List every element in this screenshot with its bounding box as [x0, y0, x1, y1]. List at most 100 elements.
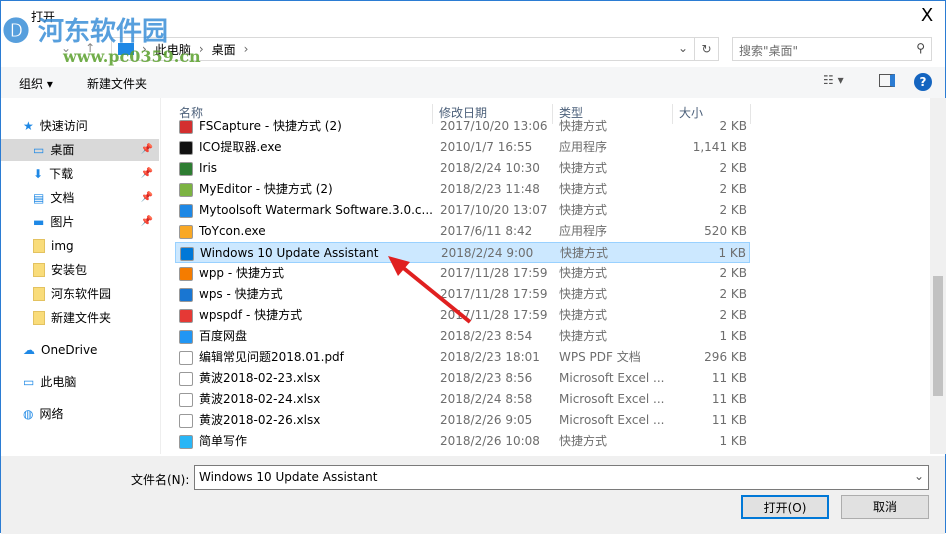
preview-pane-icon[interactable] [879, 74, 895, 87]
file-size: 2 KB [719, 161, 747, 175]
file-icon [179, 351, 193, 365]
sidebar-item[interactable]: ▬ 图片 📌 [1, 211, 159, 233]
pin-icon[interactable]: 📌 [141, 163, 153, 185]
file-name: ToYcon.exe [199, 224, 266, 238]
file-icon [179, 225, 193, 239]
file-size: 2 KB [719, 287, 747, 301]
file-row[interactable]: 编辑常见问题2018.01.pdf 2018/2/23 18:01 WPS PDF … [175, 347, 750, 368]
new-folder-button[interactable]: 新建文件夹 [87, 75, 147, 92]
file-icon [179, 162, 193, 176]
file-type: 快捷方式 [559, 329, 608, 343]
sidebar-item[interactable]: ▤ 文档 📌 [1, 187, 159, 209]
file-type: 快捷方式 [559, 119, 608, 133]
sidebar-item-label: 文档 [50, 191, 75, 205]
sidebar-item[interactable]: ◍ 网络 [1, 403, 159, 425]
file-icon [179, 330, 193, 344]
file-size: 2 KB [719, 266, 747, 280]
chevron-down-icon[interactable]: ⌄ [678, 41, 688, 55]
file-size: 1 KB [719, 434, 747, 448]
sidebar-item[interactable]: 新建文件夹 [1, 307, 159, 329]
navigation-pane: ★ 快速访问 ▭ 桌面 📌 ⬇ 下载 📌 ▤ 文档 📌 ▬ 图片 📌 img 安装包 河东软件园 新建文件夹 ☁ On… [1, 98, 161, 454]
file-icon [179, 183, 193, 197]
file-row[interactable]: FSCapture - 快捷方式 (2) 2017/10/20 13:06 快捷方式… [175, 118, 750, 137]
file-date: 2018/2/24 8:58 [440, 392, 533, 406]
chevron-right-icon[interactable]: › [244, 42, 249, 56]
file-row[interactable]: 黄波2018-02-23.xlsx 2018/2/23 8:56 Microsoft… [175, 368, 750, 389]
file-size: 1 KB [719, 329, 747, 343]
pin-icon[interactable]: 📌 [141, 211, 153, 233]
close-button[interactable]: X [913, 5, 941, 26]
file-type: WPS PDF 文档 [559, 350, 641, 364]
sidebar-item[interactable]: ☁ OneDrive [1, 339, 159, 361]
pin-icon[interactable]: 📌 [141, 187, 153, 209]
cloud-icon: ☁ [23, 343, 35, 357]
watermark-url: www.pc0359.cn [63, 47, 201, 66]
sidebar-item-label: 河东软件园 [51, 287, 112, 301]
file-date: 2018/2/23 18:01 [440, 350, 540, 364]
file-icon [179, 120, 193, 134]
file-name: 黄波2018-02-26.xlsx [199, 413, 321, 427]
file-type: 快捷方式 [559, 434, 608, 448]
sidebar-item-label: 图片 [50, 215, 75, 229]
file-icon [179, 393, 193, 407]
file-name: FSCapture - 快捷方式 (2) [199, 119, 342, 133]
file-row[interactable]: MyEditor - 快捷方式 (2) 2018/2/23 11:48 快捷方式 2 … [175, 179, 750, 200]
help-button[interactable]: ? [914, 73, 932, 91]
sidebar-item[interactable]: ⬇ 下载 📌 [1, 163, 159, 185]
file-row[interactable]: Iris 2018/2/24 10:30 快捷方式 2 KB [175, 158, 750, 179]
search-icon[interactable]: ⚲ [916, 41, 925, 55]
star-icon: ★ [23, 119, 34, 133]
file-icon [179, 267, 193, 281]
sidebar-item-label: 网络 [39, 407, 64, 421]
sidebar-item[interactable]: ▭ 桌面 📌 [1, 139, 159, 161]
sidebar-item-label: 桌面 [50, 143, 75, 157]
file-type: 应用程序 [559, 140, 608, 154]
address-bar[interactable]: › 此电脑 › 桌面 › ⌄ ↻ [111, 37, 719, 61]
refresh-icon[interactable]: ↻ [694, 38, 718, 60]
folder-icon [33, 287, 45, 301]
network-icon: ◍ [23, 407, 34, 421]
file-icon [180, 247, 194, 261]
file-name: ICO提取器.exe [199, 140, 282, 154]
sidebar-item[interactable]: 安装包 [1, 259, 159, 281]
sidebar-item[interactable]: ▭ 此电脑 [1, 371, 159, 393]
file-type: 快捷方式 [560, 246, 609, 260]
sidebar-item[interactable]: 河东软件园 [1, 283, 159, 305]
file-icon [179, 435, 193, 449]
file-size: 2 KB [719, 308, 747, 322]
file-date: 2017/10/20 13:06 [440, 119, 548, 133]
file-row[interactable]: Mytoolsoft Watermark Software.3.0.c... 20… [175, 200, 750, 221]
view-options-icon[interactable]: ☷ ▾ [823, 73, 844, 87]
sidebar-item[interactable]: ★ 快速访问 [1, 115, 159, 137]
file-name: 黄波2018-02-23.xlsx [199, 371, 321, 385]
open-button[interactable]: 打开(O) [741, 495, 829, 519]
file-date: 2018/2/23 11:48 [440, 182, 540, 196]
file-size: 2 KB [719, 203, 747, 217]
chevron-down-icon[interactable]: ⌄ [914, 469, 924, 483]
breadcrumb-desktop[interactable]: 桌面 [212, 41, 236, 58]
sidebar-item-label: 此电脑 [40, 375, 77, 389]
file-row[interactable]: 黄波2018-02-24.xlsx 2018/2/24 8:58 Microsoft… [175, 389, 750, 410]
search-input[interactable]: 搜索"桌面" ⚲ [732, 37, 932, 61]
scrollbar-thumb[interactable] [933, 276, 943, 396]
sidebar-item[interactable]: img [1, 235, 159, 257]
sidebar-item-label: 新建文件夹 [51, 311, 112, 325]
file-name: MyEditor - 快捷方式 (2) [199, 182, 333, 196]
pin-icon[interactable]: 📌 [141, 139, 153, 161]
file-row[interactable]: 黄波2018-02-26.xlsx 2018/2/26 9:05 Microsoft… [175, 410, 750, 431]
file-name: 百度网盘 [199, 329, 248, 343]
organize-button[interactable]: 组织 ▾ [19, 75, 53, 92]
vertical-scrollbar[interactable] [930, 98, 946, 454]
file-row[interactable]: 简单写作 2018/2/26 10:08 快捷方式 1 KB [175, 431, 750, 452]
file-row[interactable]: ICO提取器.exe 2010/1/7 16:55 应用程序 1,141 KB [175, 137, 750, 158]
file-icon [179, 141, 193, 155]
file-type: 快捷方式 [559, 308, 608, 322]
filename-input[interactable]: Windows 10 Update Assistant ⌄ [194, 465, 929, 490]
cancel-button[interactable]: 取消 [841, 495, 929, 519]
file-icon [179, 204, 193, 218]
file-type: 快捷方式 [559, 161, 608, 175]
file-row[interactable]: ToYcon.exe 2017/6/11 8:42 应用程序 520 KB [175, 221, 750, 242]
file-size: 520 KB [704, 224, 747, 238]
file-type: Microsoft Excel ... [559, 392, 665, 406]
file-row[interactable]: 百度网盘 2018/2/23 8:54 快捷方式 1 KB [175, 326, 750, 347]
